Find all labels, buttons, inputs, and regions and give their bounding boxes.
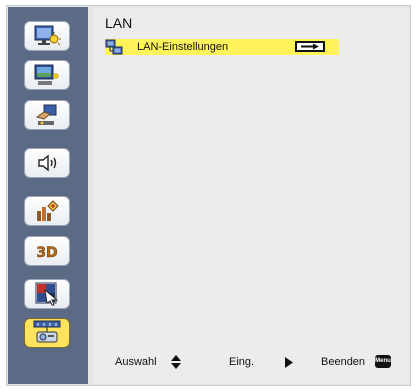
network-projector-icon: o o o o [33, 320, 61, 343]
sidebar-item-lan[interactable]: o o o o [24, 318, 70, 348]
sidebar-item-display[interactable] [24, 21, 70, 51]
sidebar-item-volume[interactable] [24, 148, 70, 178]
3d-label: 3D [36, 245, 57, 261]
volume-icon [38, 154, 57, 172]
exit-hint-label: Beenden [321, 356, 366, 368]
sidebar-item-image[interactable] [24, 60, 70, 90]
sidebar-item-interactive[interactable] [24, 279, 70, 309]
sidebar-item-options[interactable] [24, 196, 70, 226]
pointer-icon [35, 282, 59, 306]
projector-settings-icon [35, 104, 57, 125]
image-settings-icon [34, 64, 59, 85]
page-title: LAN [105, 15, 133, 31]
enter-hint-label: Eing. [229, 356, 255, 368]
3d-icon: 3D [36, 245, 58, 262]
options-icon [37, 200, 59, 221]
sidebar: 3D o o o o [8, 7, 88, 384]
up-down-arrow-icon [171, 355, 181, 369]
display-brightness-icon [34, 25, 61, 46]
menu-key-icon: Menu [375, 355, 391, 368]
arrow-right-icon[interactable] [295, 41, 325, 52]
sidebar-item-settings[interactable] [24, 100, 70, 130]
main-panel: LAN LAN-Einstellungen Auswahl Eing. Been… [93, 8, 409, 384]
footer-help-bar: Auswahl Eing. Beenden Menu [93, 355, 409, 371]
sidebar-item-3d[interactable]: 3D [24, 236, 70, 266]
lan-settings-label: LAN-Einstellungen [137, 41, 229, 53]
network-settings-icon [105, 39, 123, 55]
lan-settings-row[interactable]: LAN-Einstellungen [105, 39, 339, 55]
osd-menu: 3D o o o o LAN LAN-Einstellungen Auswahl… [6, 5, 411, 386]
play-arrow-icon [285, 357, 293, 368]
select-hint-label: Auswahl [115, 356, 157, 368]
